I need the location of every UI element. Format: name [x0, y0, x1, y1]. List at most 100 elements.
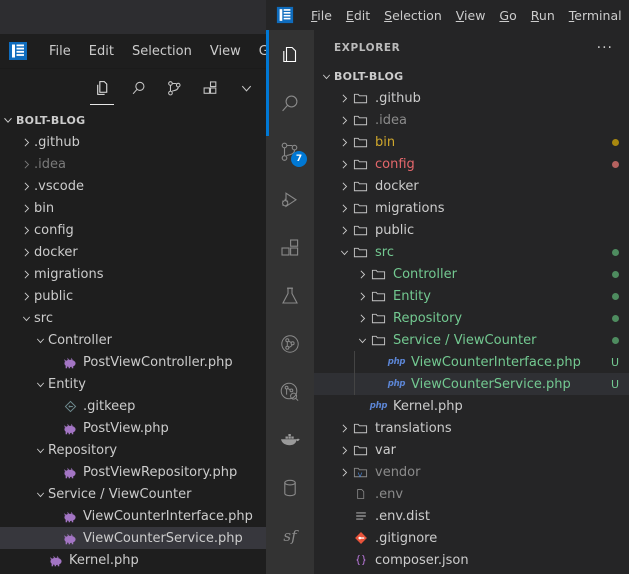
- left-explorer-icon[interactable]: [84, 71, 120, 105]
- explorer-tree-item[interactable]: php ViewCounterService.php U: [314, 373, 629, 395]
- explorer-tree-item[interactable]: public: [314, 219, 629, 241]
- left-tree-item[interactable]: .vscode: [0, 175, 266, 197]
- explorer-tree-item[interactable]: Controller: [314, 263, 629, 285]
- git-graph-search-icon[interactable]: [266, 368, 314, 416]
- left-menu-selection[interactable]: Selection: [123, 42, 201, 61]
- left-tree-item[interactable]: ViewCounterInterface.php: [0, 505, 266, 527]
- chevron-right-icon[interactable]: [336, 178, 352, 194]
- left-tree-item[interactable]: PostViewRepository.php: [0, 461, 266, 483]
- docker-whale-icon[interactable]: [266, 416, 314, 464]
- left-tree-item[interactable]: PostView.php: [0, 417, 266, 439]
- chevron-right-icon[interactable]: [18, 288, 34, 304]
- source-control-icon[interactable]: 7: [266, 128, 314, 176]
- extensions-icon[interactable]: [266, 224, 314, 272]
- chevron-down-icon[interactable]: [32, 332, 48, 348]
- explorer-tree-item[interactable]: Service / ViewCounter: [314, 329, 629, 351]
- database-icon[interactable]: [266, 464, 314, 512]
- chevron-right-icon[interactable]: [18, 266, 34, 282]
- left-tree-item[interactable]: Controller: [0, 329, 266, 351]
- menu-run[interactable]: Run: [524, 6, 562, 25]
- left-tree-item[interactable]: Entity: [0, 373, 266, 395]
- chevron-right-icon[interactable]: [18, 178, 34, 194]
- explorer-tree-item[interactable]: .env: [314, 483, 629, 505]
- menu-edit[interactable]: Edit: [339, 6, 377, 25]
- chevron-down-icon[interactable]: [336, 244, 352, 260]
- left-tree-root[interactable]: BOLT-BLOG: [0, 109, 266, 131]
- explorer-tree-item[interactable]: migrations: [314, 197, 629, 219]
- menu-file[interactable]: File: [304, 6, 339, 25]
- left-tree-item[interactable]: migrations: [0, 263, 266, 285]
- chevron-right-icon[interactable]: [354, 266, 370, 282]
- explorer-tree-item[interactable]: Entity: [314, 285, 629, 307]
- chevron-right-icon[interactable]: [336, 222, 352, 238]
- git-graph-icon[interactable]: [266, 320, 314, 368]
- left-menu-view[interactable]: View: [201, 42, 250, 61]
- explorer-tree-item[interactable]: php Kernel.php: [314, 395, 629, 417]
- chevron-down-icon[interactable]: [32, 442, 48, 458]
- explorer-tree-root[interactable]: BOLT-BLOG: [314, 65, 629, 87]
- explorer-file-tree[interactable]: .github .idea bin config docker migrations pub…: [314, 87, 629, 571]
- menu-terminal[interactable]: Terminal: [562, 6, 629, 25]
- explorer-tree-item[interactable]: bin: [314, 131, 629, 153]
- left-menu-file[interactable]: File: [40, 42, 80, 61]
- chevron-right-icon[interactable]: [336, 90, 352, 106]
- left-extensions-icon[interactable]: [192, 71, 228, 105]
- left-tree-item[interactable]: bin: [0, 197, 266, 219]
- more-actions-icon[interactable]: ···: [597, 41, 613, 55]
- explorer-tree-item[interactable]: composer.json: [314, 549, 629, 571]
- left-tree-item[interactable]: Kernel.php: [0, 549, 266, 571]
- explorer-tree-item[interactable]: translations: [314, 417, 629, 439]
- left-tree-item[interactable]: .github: [0, 131, 266, 153]
- chevron-right-icon[interactable]: [354, 288, 370, 304]
- chevron-down-icon[interactable]: [354, 332, 370, 348]
- run-and-debug-icon[interactable]: [266, 176, 314, 224]
- left-tree-item[interactable]: src: [0, 307, 266, 329]
- explorer-tree-item[interactable]: php ViewCounterInterface.php U: [314, 351, 629, 373]
- chevron-right-icon[interactable]: [336, 112, 352, 128]
- left-tree-item[interactable]: Service / ViewCounter: [0, 483, 266, 505]
- chevron-right-icon[interactable]: [18, 134, 34, 150]
- left-tree-item[interactable]: config: [0, 219, 266, 241]
- explorer-tree-item[interactable]: .github: [314, 87, 629, 109]
- left-tree-item[interactable]: .idea: [0, 153, 266, 175]
- chevron-right-icon[interactable]: [336, 134, 352, 150]
- chevron-right-icon[interactable]: [18, 244, 34, 260]
- menu-view[interactable]: View: [449, 6, 493, 25]
- explorer-tree-item[interactable]: config: [314, 153, 629, 175]
- explorer-tree-item[interactable]: Repository: [314, 307, 629, 329]
- testing-flask-icon[interactable]: [266, 272, 314, 320]
- chevron-right-icon[interactable]: [336, 420, 352, 436]
- chevron-right-icon[interactable]: [336, 464, 352, 480]
- explorer-tree-item[interactable]: .idea: [314, 109, 629, 131]
- explorer-tree-item[interactable]: var: [314, 439, 629, 461]
- chevron-down-icon[interactable]: [32, 486, 48, 502]
- explorer-tree-item[interactable]: docker: [314, 175, 629, 197]
- chevron-right-icon[interactable]: [18, 222, 34, 238]
- left-more-views-chevron-down-icon[interactable]: [228, 71, 264, 105]
- menu-go[interactable]: Go: [492, 6, 523, 25]
- left-file-tree[interactable]: BOLT-BLOG .github .idea .vscode bin config do…: [0, 105, 266, 571]
- left-source-control-icon[interactable]: [156, 71, 192, 105]
- chevron-right-icon[interactable]: [354, 310, 370, 326]
- left-tree-item[interactable]: public: [0, 285, 266, 307]
- left-tree-item[interactable]: Repository: [0, 439, 266, 461]
- left-menu-go[interactable]: Go: [250, 42, 266, 61]
- symfony-icon[interactable]: sf: [266, 512, 314, 560]
- explorer-tree-item[interactable]: src: [314, 241, 629, 263]
- chevron-right-icon[interactable]: [336, 200, 352, 216]
- chevron-down-icon[interactable]: [18, 310, 34, 326]
- chevron-right-icon[interactable]: [18, 200, 34, 216]
- chevron-down-icon[interactable]: [32, 376, 48, 392]
- chevron-right-icon[interactable]: [18, 156, 34, 172]
- left-search-icon[interactable]: [120, 71, 156, 105]
- explorer-tree-item[interactable]: .env.dist: [314, 505, 629, 527]
- explorer-tree-item[interactable]: Vvendor: [314, 461, 629, 483]
- menu-selection[interactable]: Selection: [377, 6, 449, 25]
- explorer-icon[interactable]: [266, 32, 314, 80]
- left-tree-item[interactable]: ViewCounterService.php: [0, 527, 266, 549]
- left-tree-item[interactable]: .gitkeep: [0, 395, 266, 417]
- chevron-right-icon[interactable]: [336, 442, 352, 458]
- left-menu-edit[interactable]: Edit: [80, 42, 123, 61]
- explorer-tree-item[interactable]: .gitignore: [314, 527, 629, 549]
- chevron-right-icon[interactable]: [336, 156, 352, 172]
